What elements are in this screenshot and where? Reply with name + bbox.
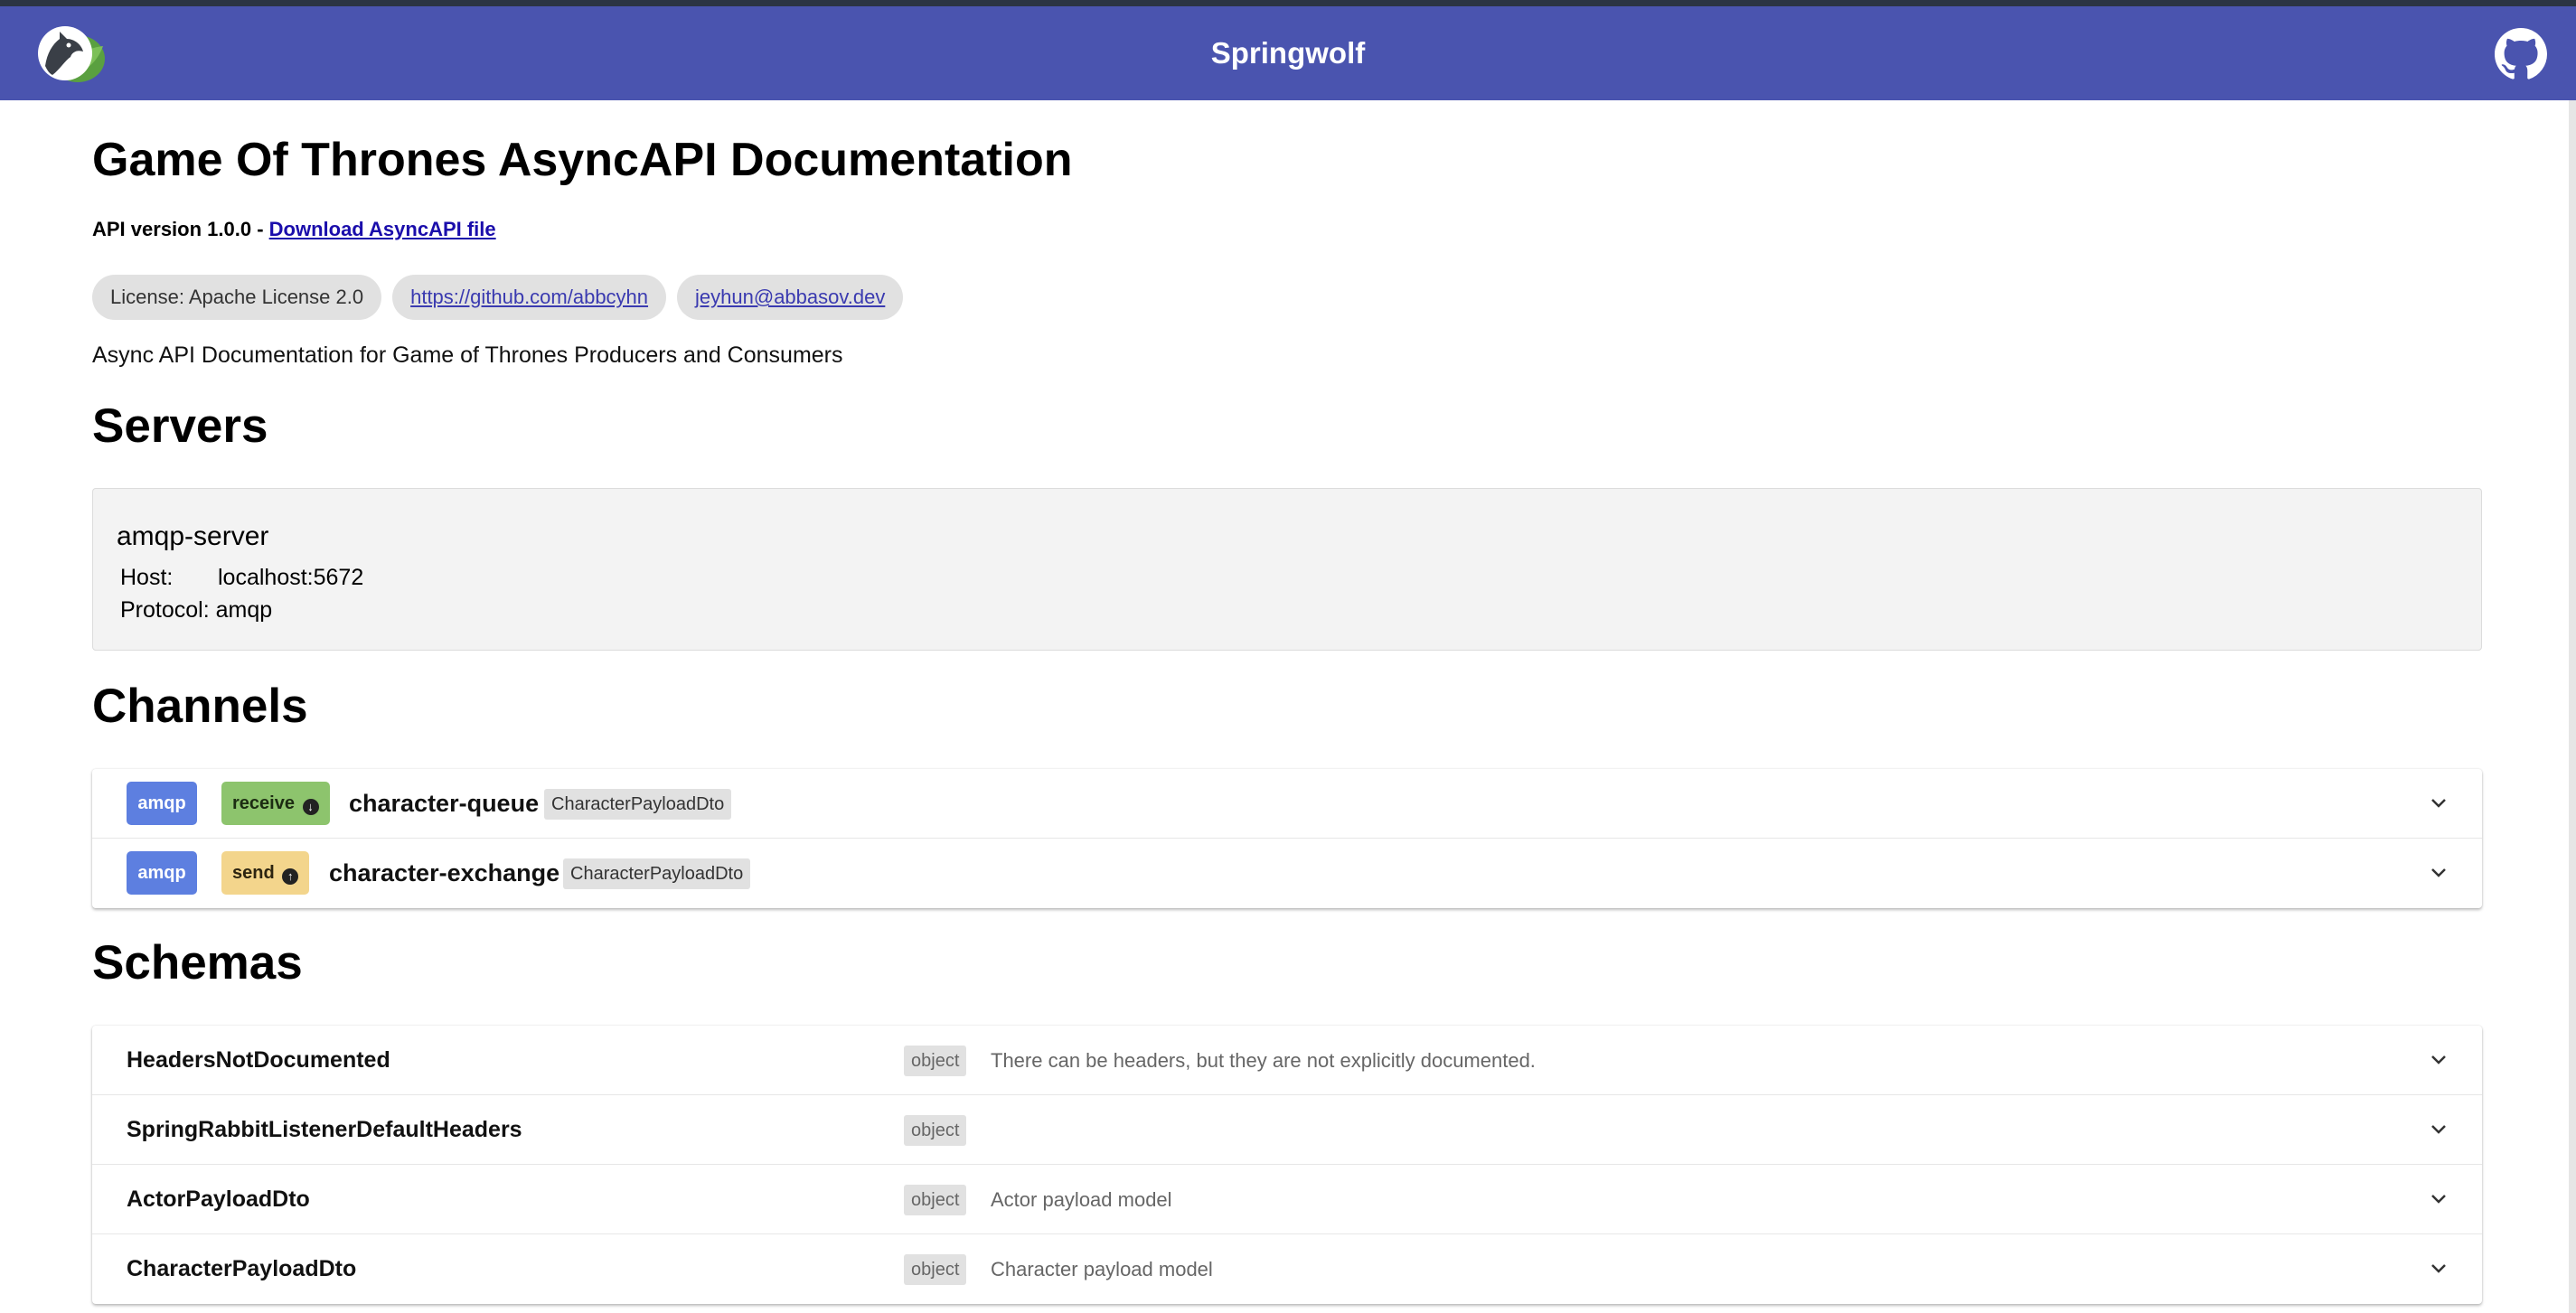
api-description: Async API Documentation for Game of Thro…	[92, 342, 843, 368]
operation-badge: receive ↓	[221, 782, 330, 825]
host-label: Host:	[120, 565, 174, 590]
arrow-circle-up-icon: ↑	[282, 868, 299, 885]
schema-row[interactable]: CharacterPayloadDto object Character pay…	[92, 1234, 2482, 1304]
schema-type-tag: object	[904, 1046, 967, 1076]
channel-row[interactable]: amqp send ↑ character-exchange Character…	[92, 839, 2482, 908]
operation-label: send	[232, 863, 275, 883]
chevron-down-icon[interactable]	[2428, 1258, 2449, 1280]
schema-name: CharacterPayloadDto	[127, 1256, 357, 1281]
protocol-badge: amqp	[127, 851, 197, 895]
chevron-down-icon[interactable]	[2428, 862, 2449, 884]
download-asyncapi-link[interactable]: Download AsyncAPI file	[269, 218, 496, 240]
schema-row[interactable]: ActorPayloadDto object Actor payload mod…	[92, 1165, 2482, 1234]
protocol-label: Protocol:	[120, 597, 210, 623]
schema-type-tag: object	[904, 1115, 967, 1146]
schema-row[interactable]: HeadersNotDocumented object There can be…	[92, 1026, 2482, 1095]
schema-description: Actor payload model	[991, 1188, 1172, 1211]
chevron-down-icon[interactable]	[2428, 1119, 2449, 1140]
window-top-strip	[0, 0, 2576, 6]
schema-name: HeadersNotDocumented	[127, 1047, 390, 1073]
servers-heading: Servers	[92, 399, 268, 453]
app-toolbar: Springwolf	[0, 6, 2576, 100]
server-card: amqp-server Host: localhost:5672 Protocol…	[92, 488, 2482, 651]
page-title: Game Of Thrones AsyncAPI Documentation	[92, 134, 1073, 186]
schema-description: Character payload model	[991, 1258, 1213, 1280]
channel-name: character-queue	[349, 790, 540, 817]
chevron-down-icon[interactable]	[2428, 1188, 2449, 1210]
chevron-down-icon[interactable]	[2428, 1049, 2449, 1071]
api-version-line: API version 1.0.0 - Download AsyncAPI fi…	[92, 218, 496, 241]
operation-badge: send ↑	[221, 851, 310, 895]
protocol-value: amqp	[215, 597, 273, 623]
url-link[interactable]: https://github.com/abbcyhn	[410, 286, 648, 308]
schema-name: ActorPayloadDto	[127, 1186, 310, 1212]
license-chip[interactable]: License: Apache License 2.0	[92, 275, 382, 320]
payload-tag: CharacterPayloadDto	[563, 858, 751, 889]
info-chips: License: Apache License 2.0 https://gith…	[92, 275, 904, 320]
server-protocol-row: Protocol: amqp	[120, 597, 272, 624]
host-value: localhost:5672	[218, 565, 364, 590]
schemas-list: HeadersNotDocumented object There can be…	[92, 1026, 2482, 1304]
channel-name: character-exchange	[329, 859, 560, 886]
api-version-text: API version 1.0.0 -	[92, 218, 269, 240]
channel-row[interactable]: amqp receive ↓ character-queue Character…	[92, 769, 2482, 839]
app-title: Springwolf	[1210, 36, 1366, 70]
chevron-down-icon[interactable]	[2428, 792, 2449, 814]
protocol-badge: amqp	[127, 782, 197, 825]
schema-type-tag: object	[904, 1185, 967, 1215]
server-host-row: Host: localhost:5672	[120, 565, 363, 591]
server-name: amqp-server	[117, 521, 269, 551]
email-chip[interactable]: jeyhun@abbasov.dev	[677, 275, 904, 320]
payload-tag: CharacterPayloadDto	[544, 789, 732, 820]
schemas-heading: Schemas	[92, 936, 303, 989]
schema-description: There can be headers, but they are not e…	[991, 1049, 1536, 1072]
github-icon[interactable]	[2495, 28, 2547, 80]
arrow-circle-down-icon: ↓	[302, 799, 319, 815]
schema-row[interactable]: SpringRabbitListenerDefaultHeaders objec…	[92, 1095, 2482, 1165]
channels-heading: Channels	[92, 680, 308, 733]
schema-name: SpringRabbitListenerDefaultHeaders	[127, 1117, 522, 1142]
email-link[interactable]: jeyhun@abbasov.dev	[695, 286, 885, 308]
channels-list: amqp receive ↓ character-queue Character…	[92, 769, 2482, 908]
operation-label: receive	[232, 793, 295, 813]
url-chip[interactable]: https://github.com/abbcyhn	[392, 275, 667, 320]
schema-type-tag: object	[904, 1254, 967, 1285]
page-scrollbar[interactable]	[2569, 100, 2576, 1313]
